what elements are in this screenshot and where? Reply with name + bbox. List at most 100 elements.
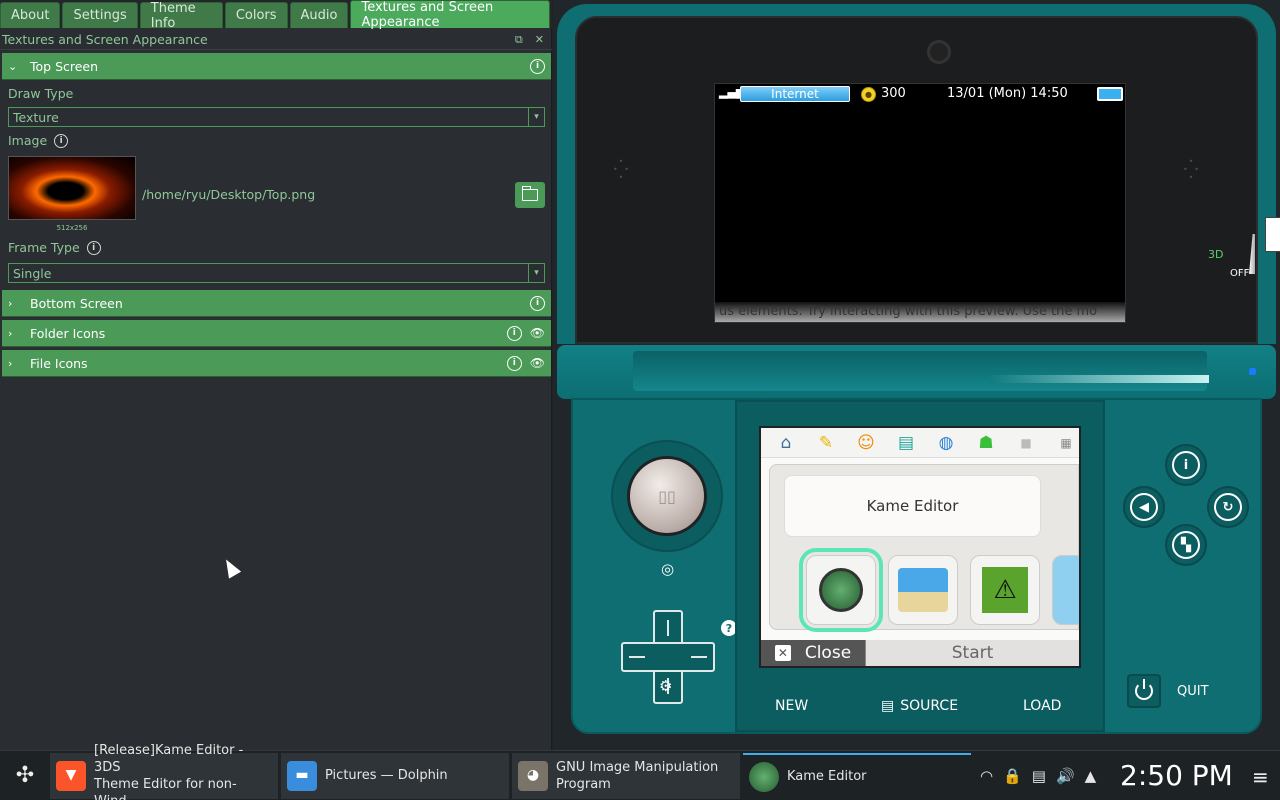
tab-colors[interactable]: Colors <box>224 2 288 28</box>
quit-button[interactable] <box>1127 674 1161 708</box>
power-icon <box>1135 679 1153 700</box>
info-icon[interactable]: i <box>506 325 522 341</box>
lock-icon[interactable]: 🔒 <box>1003 767 1022 785</box>
home-settings-icon[interactable]: ⌂ <box>773 429 799 457</box>
source-label: SOURCE <box>900 698 959 714</box>
hinge-center <box>633 351 1207 391</box>
frame-type-select[interactable]: Single ▾ <box>8 263 545 283</box>
recenter-icon[interactable]: ◎ <box>661 560 674 578</box>
new-button[interactable]: NEW <box>775 698 808 714</box>
close-icon: ✕ <box>774 645 791 661</box>
clipboard-icon[interactable]: ▤ <box>1032 767 1046 785</box>
sound-button[interactable]: ◀ <box>1123 486 1165 528</box>
section-bottom-screen[interactable]: › Bottom Screen i <box>2 290 551 317</box>
info-button[interactable]: i <box>1165 444 1207 486</box>
bottom-screen[interactable]: ⌂ ✎ ☺ ▤ ◍ ☗ ■ ▦ Kame Editor ⚠ ✕ Close St… <box>759 426 1081 668</box>
settings-panel: About Settings Theme Info Colors Audio T… <box>0 0 552 750</box>
animation-button[interactable]: ↻ <box>1207 486 1249 528</box>
grid-small-icon[interactable]: ■ <box>1013 429 1039 457</box>
title-bubble: Kame Editor <box>784 475 1041 537</box>
image-size: 512x256 <box>56 224 88 232</box>
top-screen[interactable]: ▂▄▆ Internet ● 300 13/01 (Mon) 14:50 us … <box>714 83 1126 323</box>
tab-theme-info[interactable]: Theme Info <box>139 1 223 31</box>
info-icon: i <box>1172 451 1200 479</box>
browse-folder-button[interactable] <box>515 182 545 208</box>
checker-button[interactable]: ▚ <box>1165 524 1207 566</box>
close-button[interactable]: ✕ Close <box>761 640 866 666</box>
dpad-left-mark <box>629 656 645 658</box>
tab-about[interactable]: About <box>0 2 61 28</box>
source-button[interactable]: ▤ SOURCE <box>881 698 958 714</box>
section-label: Bottom Screen <box>30 295 123 311</box>
load-label: LOAD <box>1023 698 1062 714</box>
task-kame-editor[interactable]: Kame Editor <box>743 752 971 799</box>
frame-type-value: Single <box>13 265 52 281</box>
tab-textures[interactable]: Textures and Screen Appearance <box>350 0 550 30</box>
slider-3d-label: 3D <box>1208 248 1224 261</box>
info-icon[interactable]: i <box>506 355 522 371</box>
circle-pad[interactable]: ▯▯ <box>627 456 707 536</box>
hamburger-menu-icon[interactable]: ≡ <box>1252 765 1269 789</box>
chevron-up-icon[interactable]: ▲ <box>1085 767 1097 785</box>
grid-icon[interactable]: ▦ <box>1053 429 1079 457</box>
smiley-icon[interactable]: ☺ <box>853 429 879 457</box>
start-button[interactable]: Start <box>866 640 1079 666</box>
section-top-screen[interactable]: ⌄ Top Screen i <box>2 53 551 80</box>
task-text: [Release]Kame Editor - 3DS Theme Editor … <box>94 742 272 800</box>
pencil-icon[interactable]: ✎ <box>813 429 839 457</box>
clock[interactable]: 2:50 PM <box>1120 759 1233 792</box>
task-line1: Kame Editor <box>787 769 867 784</box>
task-text: GNU Image Manipulation Program <box>556 759 718 793</box>
speaker-icon: ◀ <box>1130 493 1158 521</box>
info-icon[interactable]: i <box>530 58 545 74</box>
chevron-down-icon: ⌄ <box>8 59 18 73</box>
frame-type-label: Frame Type <box>8 240 80 255</box>
float-icon[interactable]: ⧉ <box>515 33 523 47</box>
side-switch <box>1265 217 1280 252</box>
tab-audio[interactable]: Audio <box>289 2 349 28</box>
image-label: Image <box>8 133 48 148</box>
device-base: ▯▯ ◎ ? ⚙ ⌂ ✎ ☺ ▤ ◍ ☗ ■ ▦ Kame Editor ⚠ ✕… <box>571 398 1262 734</box>
image-path: /home/ryu/Desktop/Top.png <box>142 187 316 202</box>
wifi-icon[interactable]: ◠ <box>980 767 993 785</box>
task-line1: Pictures — Dolphin <box>325 768 448 783</box>
application-launcher-icon[interactable]: ✣ <box>0 751 50 800</box>
section-file-icons[interactable]: › File Icons i 👁 <box>2 350 551 377</box>
coin-icon: ● <box>861 87 876 102</box>
info-icon[interactable]: i <box>54 133 69 148</box>
folder-icon[interactable] <box>1052 555 1079 625</box>
close-icon[interactable]: ✕ <box>535 33 544 47</box>
tab-settings[interactable]: Settings <box>62 2 138 28</box>
draw-type-select[interactable]: Texture ▾ <box>8 107 545 127</box>
eye-icon[interactable]: 👁 <box>530 356 545 370</box>
task-line1: GNU Image Manipulation <box>556 759 719 775</box>
eye-icon[interactable]: 👁 <box>530 326 545 340</box>
task-line2: Program <box>556 776 611 792</box>
image-thumbnail[interactable] <box>8 156 136 220</box>
dpad-center <box>655 644 681 670</box>
info-icon[interactable]: i <box>86 240 101 255</box>
friends-icon[interactable]: ☗ <box>973 429 999 457</box>
chat-icon[interactable]: ▤ <box>893 429 919 457</box>
slider-3d-state: OFF <box>1230 268 1250 279</box>
globe-icon[interactable]: ◍ <box>933 429 959 457</box>
task-dolphin[interactable]: ▬ Pictures — Dolphin <box>281 752 509 799</box>
section-folder-icons[interactable]: › Folder Icons i 👁 <box>2 320 551 347</box>
section-label: Top Screen <box>30 58 99 74</box>
power-led <box>1249 368 1256 375</box>
gear-icon[interactable]: ⚙ <box>659 677 672 695</box>
load-button[interactable]: LOAD <box>1023 698 1061 714</box>
app-icon-kame[interactable] <box>799 548 883 632</box>
signal-icon: ▂▄▆ <box>719 86 745 99</box>
app-icon-warning[interactable]: ⚠ <box>970 555 1040 625</box>
info-icon[interactable]: i <box>530 295 545 311</box>
warning-icon: ⚠ <box>982 567 1028 613</box>
task-gimp[interactable]: ◕ GNU Image Manipulation Program <box>512 752 740 799</box>
volume-icon[interactable]: 🔊 <box>1056 767 1075 785</box>
icon-area: Kame Editor ⚠ <box>769 464 1079 632</box>
root: About Settings Theme Info Colors Audio T… <box>0 0 1280 800</box>
app-icon-turtle[interactable] <box>888 555 958 625</box>
task-browser[interactable]: ▼ [Release]Kame Editor - 3DS Theme Edito… <box>50 743 278 800</box>
bottom-bar: ✕ Close Start <box>761 640 1079 666</box>
refresh-icon: ↻ <box>1214 493 1242 521</box>
